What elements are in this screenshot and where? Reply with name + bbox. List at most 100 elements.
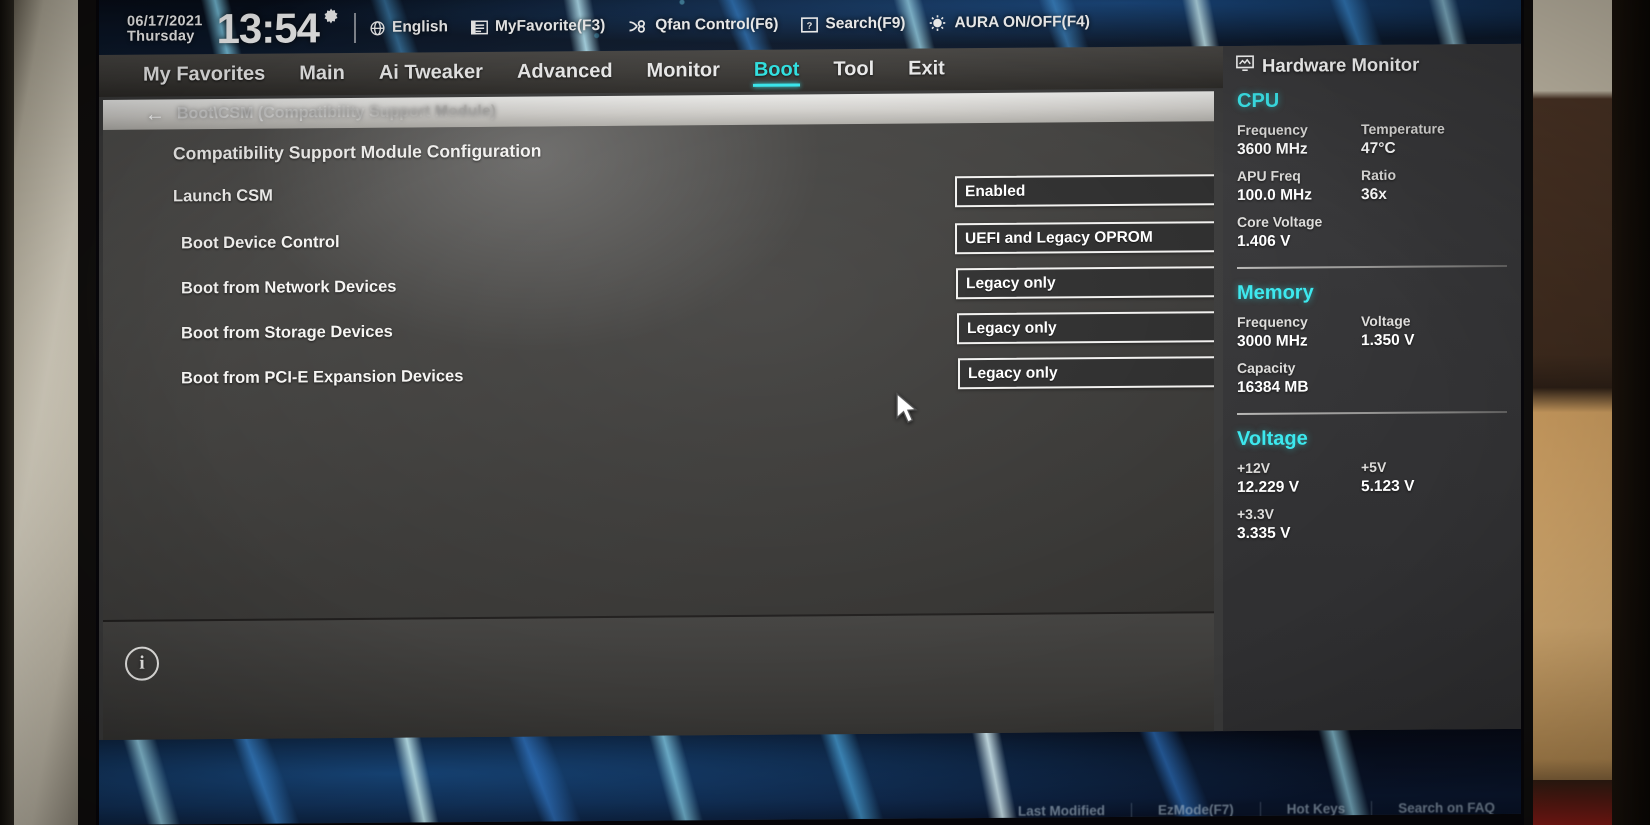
hwm-metric-label: Temperature (1361, 120, 1445, 138)
hwm-metric-label: +12V (1237, 459, 1271, 477)
setting-value: Enabled (965, 182, 1026, 200)
hwm-metric-value: 3000 MHz (1237, 332, 1308, 351)
hwm-row: Core Voltage 1.406 V (1237, 212, 1521, 251)
nav-tab-advanced[interactable]: Advanced (517, 59, 613, 85)
nav-tab-tool[interactable]: Tool (833, 57, 874, 82)
info-icon[interactable]: i (125, 646, 159, 681)
globe-icon (369, 19, 386, 36)
setting-label: Boot from Storage Devices (181, 322, 393, 342)
room-wall-left-shadow (0, 0, 14, 825)
hwm-metric: Capacity 16384 MB (1237, 359, 1361, 397)
myfavorite-label: MyFavorite(F3) (494, 17, 606, 35)
footer-item-label: Search on FAQ (1398, 799, 1495, 816)
setting-value: Legacy only (967, 318, 1057, 337)
clock-value: 13:54 (216, 4, 319, 53)
setting-dropdown[interactable]: Legacy only (956, 265, 1214, 300)
hwm-metric-value: 36x (1361, 185, 1387, 204)
hwm-metric: Ratio 36x (1361, 166, 1485, 204)
hwm-section-title-cpu: CPU (1237, 89, 1280, 113)
hwm-metric-value: 3.335 V (1237, 524, 1291, 543)
nav-tab-exit[interactable]: Exit (908, 57, 945, 82)
hardware-monitor-title-text: Hardware Monitor (1262, 53, 1420, 76)
hwm-row: Capacity 16384 MB (1237, 358, 1521, 397)
hwm-metric-value: 16384 MB (1237, 378, 1309, 397)
photograph-of-monitor: 06/17/2021 Thursday 13:54 English MyFavo… (0, 0, 1650, 825)
hwm-divider (1237, 264, 1507, 270)
gear-icon[interactable] (321, 7, 341, 33)
hardware-monitor-sidebar: Hardware Monitor CPU Frequency 3600 MHz Tem… (1223, 43, 1521, 732)
hwm-metric: Frequency 3600 MHz (1237, 121, 1361, 159)
hwm-metric-label: Voltage (1361, 312, 1411, 330)
footer-item-search-on-faq[interactable]: Search on FAQ (1398, 800, 1495, 816)
hwm-metric-label: +3.3V (1237, 505, 1274, 523)
hwm-metric: +3.3V 3.335 V (1237, 505, 1361, 543)
setting-dropdown[interactable]: Enabled (955, 173, 1214, 208)
nav-tab-monitor[interactable]: Monitor (647, 59, 720, 85)
setting-label: Launch CSM (173, 186, 273, 205)
hwm-metric-value: 12.229 V (1237, 478, 1300, 497)
hwm-metric-label: Frequency (1237, 121, 1308, 139)
footer-item-label: Hot Keys (1286, 800, 1346, 817)
footer-item-ezmode-f7-[interactable]: EzMode(F7) (1158, 802, 1234, 818)
section-title: Compatibility Support Module Configurati… (173, 140, 542, 164)
setting-row[interactable]: Launch CSM Enabled (103, 171, 1214, 214)
back-arrow-icon[interactable]: ← (145, 103, 165, 126)
hwm-metric-value: 47°C (1361, 139, 1396, 158)
setting-value: Legacy only (966, 273, 1056, 292)
hwm-metric-value: 100.0 MHz (1237, 186, 1312, 205)
search-button[interactable]: ? Search(F9) (800, 15, 905, 34)
footer-separator (1130, 802, 1132, 818)
setting-value: UEFI and Legacy OPROM (965, 228, 1153, 247)
hwm-metric: +5V 5.123 V (1361, 458, 1485, 496)
hwm-metric: APU Freq 100.0 MHz (1237, 167, 1361, 205)
footer-item-hot-keys[interactable]: Hot Keys (1287, 801, 1346, 816)
settings-panel: Compatibility Support Module Configurati… (103, 121, 1214, 620)
hwm-metric: Temperature 47°C (1361, 120, 1485, 158)
mouse-cursor (894, 392, 920, 431)
nav-tab-main[interactable]: Main (299, 62, 345, 87)
hwm-metric-label: Core Voltage (1237, 213, 1323, 231)
weekday-value: Thursday (127, 28, 195, 45)
nav-tab-ai-tweaker[interactable]: Ai Tweaker (379, 60, 483, 86)
hwm-metric-label: +5V (1361, 458, 1387, 476)
hwm-row: +3.3V 3.335 V (1237, 504, 1521, 543)
footer-item-label: Last Modified (1017, 802, 1105, 819)
nav-tab-my-favorites[interactable]: My Favorites (143, 62, 265, 88)
setting-dropdown[interactable]: Legacy only (958, 355, 1214, 390)
hwm-metric-label: APU Freq (1237, 167, 1301, 185)
question-box-icon: ? (800, 16, 819, 33)
qfan-control-button[interactable]: Qfan Control(F6) (627, 16, 778, 35)
help-description-area: i (103, 613, 1214, 740)
monitor-icon (1235, 54, 1255, 77)
breadcrumb-path: Boot\CSM (Compatibility Support Module) (177, 102, 497, 123)
hwm-section-title-voltage: Voltage (1237, 427, 1308, 451)
hwm-metric-label: Capacity (1237, 359, 1296, 377)
aura-toggle-button[interactable]: AURA ON/OFF(F4) (927, 13, 1090, 33)
setting-value: Legacy only (968, 363, 1058, 382)
setting-label: Boot from Network Devices (181, 277, 397, 297)
hwm-metric-value: 1.406 V (1237, 232, 1291, 251)
setting-row[interactable]: Boot from Storage Devices Legacy only (103, 308, 1214, 351)
hardware-monitor-title: Hardware Monitor (1235, 52, 1521, 77)
footer-item-last-modified[interactable]: Last Modified (1018, 803, 1105, 819)
svg-text:?: ? (807, 20, 813, 30)
setting-row[interactable]: Boot Device Control UEFI and Legacy OPROM (103, 218, 1214, 261)
setting-row[interactable]: Boot from PCI-E Expansion Devices Legacy … (103, 353, 1214, 396)
setting-row[interactable]: Boot from Network Devices Legacy only (103, 263, 1214, 306)
hwm-row: +12V 12.229 V +5V 5.123 V (1237, 458, 1521, 497)
topbar-divider (354, 12, 356, 43)
qfan-control-label: Qfan Control(F6) (655, 15, 779, 34)
language-label: English (392, 18, 448, 36)
hwm-row: APU Freq 100.0 MHz Ratio 36x (1237, 166, 1521, 205)
nav-tab-boot[interactable]: Boot (754, 58, 800, 83)
room-wall-right-shadow (1612, 0, 1650, 825)
hwm-row: Frequency 3600 MHz Temperature 47°C (1237, 120, 1521, 159)
hwm-metric: Core Voltage 1.406 V (1237, 213, 1361, 251)
language-selector[interactable]: English (369, 18, 448, 37)
hwm-metric: +12V 12.229 V (1237, 459, 1361, 497)
setting-dropdown[interactable]: UEFI and Legacy OPROM (955, 220, 1214, 255)
myfavorite-icon (470, 18, 489, 35)
setting-dropdown[interactable]: Legacy only (957, 310, 1214, 345)
myfavorite-button[interactable]: MyFavorite(F3) (470, 17, 605, 36)
qfan-icon (627, 17, 649, 34)
